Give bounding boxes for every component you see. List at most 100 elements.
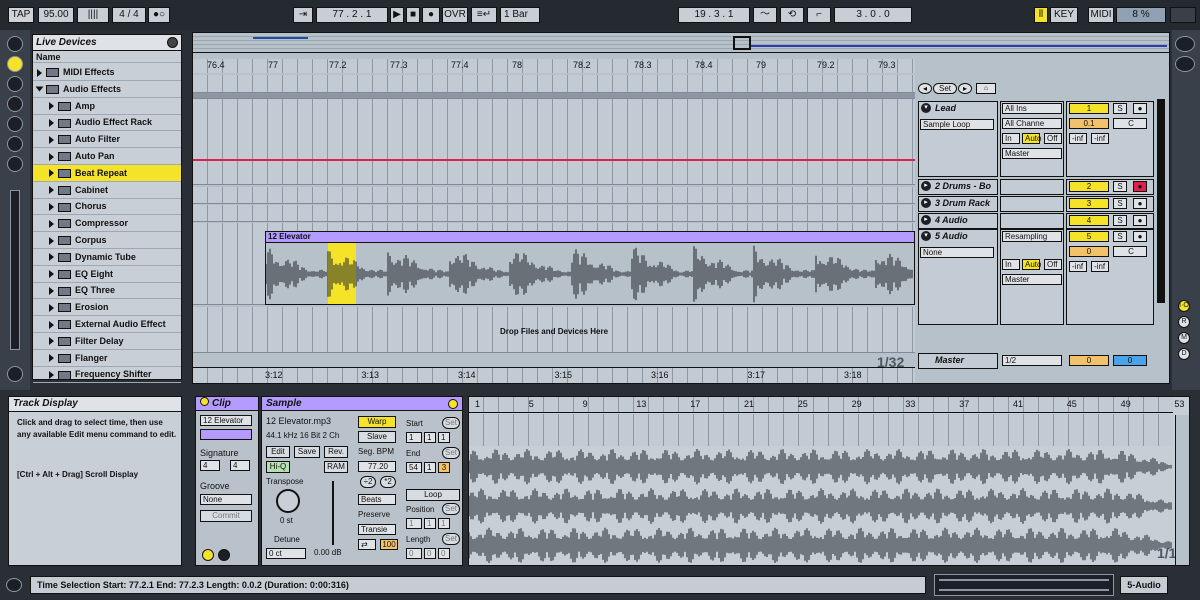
browser-item[interactable]: Erosion bbox=[33, 299, 181, 317]
detune-field[interactable]: 0 ct bbox=[266, 548, 306, 559]
devices-icon[interactable] bbox=[7, 56, 23, 72]
track-name[interactable]: 2 Drums - Bo bbox=[935, 181, 991, 191]
signature-field[interactable]: 4 / 4 bbox=[112, 7, 146, 23]
browser-item[interactable]: Flanger bbox=[33, 350, 181, 367]
monitor-auto-button[interactable]: Auto bbox=[1022, 259, 1041, 270]
arm-button[interactable]: ● bbox=[1133, 231, 1147, 242]
expand-right-icon[interactable] bbox=[49, 287, 54, 296]
browser-item[interactable]: Auto Pan bbox=[33, 148, 181, 165]
browser-item[interactable]: Compressor bbox=[33, 215, 181, 233]
key-map-button[interactable]: KEY bbox=[1050, 7, 1078, 23]
solo-button[interactable]: S bbox=[1113, 181, 1127, 192]
browser-item[interactable]: External Audio Effect bbox=[33, 316, 181, 333]
solo-button[interactable]: S bbox=[1113, 103, 1127, 114]
track-activator[interactable]: 3 bbox=[1069, 198, 1109, 209]
set-locator-button[interactable]: Set bbox=[933, 83, 957, 94]
browser-item[interactable]: Dynamic Tube bbox=[33, 249, 181, 266]
time-ruler[interactable]: 3:12 3:13 3:14 3:15 3:16 3:17 3:18 bbox=[193, 367, 915, 383]
track-activator[interactable]: 5 bbox=[1069, 231, 1109, 242]
browser-options-icon[interactable] bbox=[167, 37, 178, 48]
slave-button[interactable]: Slave bbox=[358, 431, 396, 443]
input-type-select[interactable]: Resampling bbox=[1002, 231, 1062, 242]
expand-right-icon[interactable] bbox=[49, 354, 54, 363]
edit-button[interactable]: Edit bbox=[266, 446, 290, 458]
launch-toggle-icon[interactable] bbox=[202, 549, 214, 561]
pan-field[interactable]: C bbox=[1113, 118, 1147, 129]
folder2-icon[interactable] bbox=[7, 116, 23, 132]
play-icon[interactable]: ▶ bbox=[390, 7, 404, 23]
position-set-button[interactable]: Set bbox=[442, 503, 460, 515]
save-button[interactable]: Save bbox=[294, 446, 320, 458]
warp-button[interactable]: Warp bbox=[358, 416, 396, 428]
browser-item[interactable]: EQ Eight bbox=[33, 266, 181, 283]
io-toggle[interactable]: I·O bbox=[1178, 300, 1190, 312]
master-pan[interactable]: 0 bbox=[1113, 355, 1147, 366]
browser-item[interactable]: Chorus bbox=[33, 198, 181, 216]
master-output-select[interactable]: 1/2 bbox=[1002, 355, 1062, 366]
monitor-in-button[interactable]: In bbox=[1002, 259, 1020, 270]
returns-toggle[interactable]: R bbox=[1178, 316, 1190, 328]
stop-icon[interactable]: ■ bbox=[406, 7, 420, 23]
sample-marker-lane[interactable] bbox=[469, 414, 1173, 446]
sample-ruler[interactable]: 1 5 9 13 17 21 25 29 33 37 41 45 49 53 bbox=[469, 397, 1184, 413]
arm-button[interactable]: ● bbox=[1133, 103, 1147, 114]
track-name[interactable]: 4 Audio bbox=[935, 215, 968, 225]
seg-bpm-field[interactable]: 77.20 bbox=[358, 461, 396, 472]
loop-mode-select[interactable]: ⇄ bbox=[358, 539, 376, 550]
monitor-auto-button[interactable]: Auto bbox=[1022, 133, 1041, 144]
volume-field[interactable]: 0 bbox=[1069, 246, 1109, 257]
input-channel-select[interactable]: All Channe bbox=[1002, 118, 1062, 129]
expand-right-icon[interactable] bbox=[49, 169, 54, 178]
end-bar[interactable]: 54 bbox=[406, 462, 422, 473]
expand-right-icon[interactable] bbox=[49, 119, 54, 128]
arm-button[interactable]: ● bbox=[1133, 215, 1147, 226]
play-preview-icon[interactable] bbox=[7, 36, 23, 52]
start-set-button[interactable]: Set bbox=[442, 417, 460, 429]
drum-rack-lane[interactable] bbox=[193, 205, 915, 222]
browser-item[interactable]: EQ Three bbox=[33, 282, 181, 300]
expand-right-icon[interactable] bbox=[49, 186, 54, 195]
browser-scrollbar[interactable] bbox=[10, 190, 20, 350]
record-quant-icon[interactable]: ●○ bbox=[148, 7, 170, 23]
browser-item[interactable]: Audio Effect Rack bbox=[33, 114, 181, 132]
drop-area[interactable]: Drop Files and Devices Here bbox=[193, 307, 915, 353]
clip-select[interactable]: Sample Loop bbox=[920, 119, 994, 130]
length-set-button[interactable]: Set bbox=[442, 533, 460, 545]
warp-mode-select[interactable]: Beats bbox=[358, 494, 396, 505]
clip-name-field[interactable]: 12 Elevator bbox=[200, 415, 252, 426]
audio-clip[interactable]: 12 Elevator bbox=[265, 231, 915, 305]
overdub-button[interactable]: OVR bbox=[442, 7, 468, 23]
folder1-icon[interactable] bbox=[7, 96, 23, 112]
expand-right-icon[interactable] bbox=[49, 102, 54, 111]
arrangement-position[interactable]: 77 . 2 . 1 bbox=[316, 7, 388, 23]
metronome-button[interactable]: |||| bbox=[77, 7, 109, 23]
locator-lane[interactable] bbox=[193, 75, 915, 93]
expand-right-icon[interactable] bbox=[49, 135, 54, 144]
master-volume[interactable]: 0 bbox=[1069, 355, 1109, 366]
monitor-off-button[interactable]: Off bbox=[1044, 259, 1062, 270]
punch-out-icon[interactable]: ⌐ bbox=[807, 7, 831, 23]
gain-slider[interactable] bbox=[332, 481, 334, 545]
fold-icon[interactable]: ▸ bbox=[921, 198, 931, 208]
next-locator-icon[interactable]: ▸ bbox=[958, 83, 972, 94]
commit-button[interactable]: Commit bbox=[200, 510, 252, 522]
browser-item[interactable]: Audio Effects bbox=[33, 81, 181, 98]
monitor-off-button[interactable]: Off bbox=[1044, 133, 1062, 144]
transient-envelope-field[interactable]: 100 bbox=[380, 539, 398, 550]
expand-right-icon[interactable] bbox=[49, 152, 54, 161]
punch-in-icon[interactable]: 〜 bbox=[753, 7, 777, 23]
groove-select[interactable]: None bbox=[200, 494, 252, 505]
session-view-icon[interactable] bbox=[1175, 36, 1195, 52]
send-a-field[interactable]: -inf bbox=[1069, 133, 1087, 144]
output-select[interactable]: Master bbox=[1002, 274, 1062, 285]
ram-button[interactable]: RAM bbox=[324, 461, 348, 473]
track-activator[interactable]: 4 bbox=[1069, 215, 1109, 226]
loop-length-field[interactable]: 3 . 0 . 0 bbox=[834, 7, 912, 23]
preserve-select[interactable]: Transie bbox=[358, 524, 396, 535]
start-bar[interactable]: 1 bbox=[406, 432, 422, 443]
monitor-in-button[interactable]: In bbox=[1002, 133, 1020, 144]
clip-sig-num[interactable]: 4 bbox=[200, 460, 220, 471]
transpose-knob[interactable] bbox=[276, 489, 300, 513]
track-activator[interactable]: 1 bbox=[1069, 103, 1109, 114]
arrangement-view-icon[interactable] bbox=[1175, 56, 1195, 72]
